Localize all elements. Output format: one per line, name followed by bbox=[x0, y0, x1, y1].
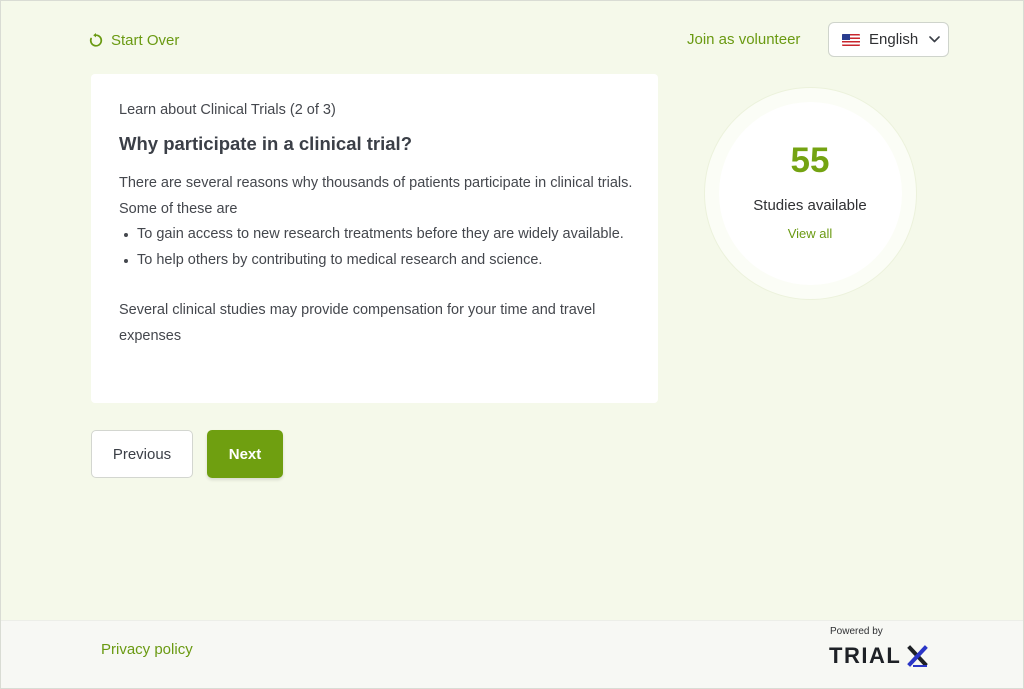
restart-icon bbox=[89, 32, 103, 47]
language-label: English bbox=[869, 31, 919, 48]
step-indicator: Learn about Clinical Trials (2 of 3) bbox=[119, 102, 336, 118]
next-button[interactable]: Next bbox=[207, 430, 283, 478]
start-over-label: Start Over bbox=[111, 31, 180, 49]
studies-circle bbox=[719, 102, 902, 285]
powered-by-label: Powered by bbox=[830, 626, 883, 637]
start-over-button[interactable]: Start Over bbox=[89, 30, 179, 50]
studies-count: 55 bbox=[790, 141, 830, 180]
chevron-down-icon bbox=[929, 36, 941, 43]
list-item: To gain access to new research treatment… bbox=[119, 222, 639, 248]
trialx-logo: TRIAL bbox=[829, 643, 928, 668]
list-item: To help others by contributing to medica… bbox=[119, 248, 639, 274]
previous-button[interactable]: Previous bbox=[91, 430, 193, 478]
reasons-list: To gain access to new research treatment… bbox=[119, 222, 639, 273]
language-selector[interactable]: English bbox=[828, 22, 949, 57]
studies-label: Studies available bbox=[753, 197, 867, 214]
intro-paragraph: There are several reasons why thousands … bbox=[119, 175, 633, 217]
join-as-volunteer-link[interactable]: Join as volunteer bbox=[687, 31, 800, 48]
privacy-policy-link[interactable]: Privacy policy bbox=[101, 641, 193, 658]
card-heading: Why participate in a clinical trial? bbox=[119, 133, 412, 154]
svg-text:TRIAL: TRIAL bbox=[829, 643, 901, 668]
us-flag-icon bbox=[842, 33, 860, 46]
info-card: Learn about Clinical Trials (2 of 3) Why… bbox=[91, 74, 658, 403]
view-all-link[interactable]: View all bbox=[710, 226, 910, 241]
card-body: There are several reasons why thousands … bbox=[119, 171, 639, 349]
compensation-paragraph: Several clinical studies may provide com… bbox=[119, 302, 596, 344]
